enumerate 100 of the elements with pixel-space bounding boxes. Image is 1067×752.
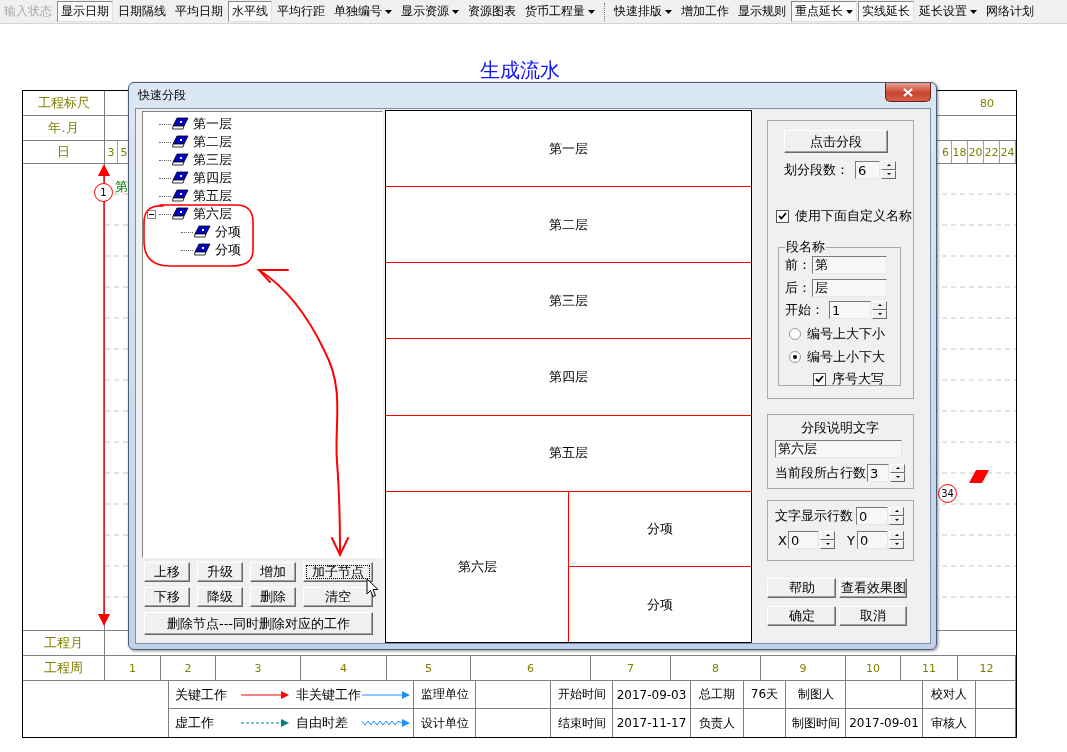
tree-item[interactable]: 第二层 <box>147 133 382 151</box>
radio-button[interactable] <box>789 328 801 340</box>
toolbar-button[interactable]: 实线延长 <box>858 1 914 22</box>
caret-icon <box>588 9 595 14</box>
dialog-button[interactable]: 查看效果图 <box>839 578 907 598</box>
week-cell: 7 <box>591 656 671 680</box>
tree-item[interactable]: 第六层 <box>147 205 382 223</box>
checkbox[interactable] <box>776 209 789 223</box>
text-field[interactable]: 第六层 <box>775 440 902 458</box>
number-field[interactable]: 0 <box>856 507 888 525</box>
tree-button[interactable]: 增加 <box>250 562 296 582</box>
tree-item[interactable]: 第四层 <box>147 169 382 187</box>
tree-button[interactable]: 升级 <box>197 562 243 582</box>
segment-label: 第四层 <box>549 368 588 386</box>
segment-label: 第六层 <box>457 557 497 576</box>
group-title: 分段说明文字 <box>800 419 880 437</box>
toolbar-button[interactable]: 增加工作 <box>677 1 733 22</box>
tree-item[interactable]: 第一层 <box>147 115 382 133</box>
text-field[interactable]: 第 <box>812 256 887 274</box>
spin-up-button[interactable] <box>872 301 887 310</box>
toolbar-button[interactable]: 延长设置 <box>915 1 981 22</box>
tree-button[interactable]: 删除 <box>250 587 296 607</box>
radio-button[interactable] <box>789 351 801 363</box>
toolbar-button[interactable]: 单独编号 <box>330 1 396 22</box>
spin-up-button[interactable] <box>889 507 904 516</box>
field-label: 前： <box>785 256 812 274</box>
tree-item[interactable]: 第五层 <box>147 187 382 205</box>
caret-icon <box>665 9 672 14</box>
ruler-value: 80 <box>980 95 994 112</box>
toolbar-button[interactable]: 显示规则 <box>734 1 790 22</box>
toolbar-button[interactable]: 显示日期 <box>57 1 113 22</box>
spin-down-button[interactable] <box>820 540 835 549</box>
toolbar-button[interactable]: 资源图表 <box>464 1 520 22</box>
tree-item[interactable]: 第三层 <box>147 151 382 169</box>
day-label: 24 <box>1000 141 1016 163</box>
spin-down-button[interactable] <box>889 540 904 549</box>
number-field[interactable]: 1 <box>829 301 871 319</box>
spin-down-button[interactable] <box>890 473 905 482</box>
book-icon <box>172 135 189 149</box>
dialog-button[interactable]: 确定 <box>767 606 836 626</box>
number-field[interactable]: 3 <box>867 464 889 482</box>
dialog-button[interactable]: 帮助 <box>767 578 836 598</box>
number-field[interactable]: 6 <box>855 161 880 179</box>
number-field[interactable]: 0 <box>788 531 819 549</box>
tree-item[interactable]: 分项 <box>147 223 382 241</box>
toolbar-button[interactable]: 货币工程量 <box>521 1 599 22</box>
tree-button[interactable]: 下移 <box>144 587 190 607</box>
toolbar-button[interactable]: 水平线 <box>228 1 272 22</box>
chart-title: 生成流水 <box>479 57 560 84</box>
segment-label: 第三层 <box>549 291 588 310</box>
tree-item[interactable]: 分项 <box>147 241 382 259</box>
spin-down-button[interactable] <box>889 516 904 525</box>
toolbar-button[interactable]: 网络计划 <box>982 1 1038 22</box>
book-icon <box>172 207 189 221</box>
work-label: 第 <box>115 178 128 196</box>
table-cell: 2017-09-03 <box>613 681 691 709</box>
tree-button[interactable]: 清空 <box>303 587 373 607</box>
row-label: 年.月 <box>48 119 79 137</box>
tree-button[interactable]: 加子节点 <box>303 562 373 582</box>
field-label: 文字显示行数 <box>775 507 854 525</box>
book-icon <box>194 243 211 257</box>
tree-button[interactable]: 上移 <box>144 562 190 582</box>
spin-up-button[interactable] <box>820 531 835 540</box>
spin-up-button[interactable] <box>889 531 904 540</box>
toolbar-button[interactable]: 重点延长 <box>791 1 857 22</box>
toolbar-button[interactable]: 平均日期 <box>171 1 227 22</box>
delete-node-button[interactable]: 删除节点---同时删除对应的工作 <box>144 612 373 635</box>
close-button[interactable] <box>885 83 931 102</box>
row-label: 工程月 <box>44 634 83 652</box>
toolbar-button[interactable]: 平均行距 <box>273 1 329 22</box>
flag-marker <box>969 470 989 483</box>
split-button[interactable]: 点击分段 <box>784 130 888 153</box>
tree-button[interactable]: 降级 <box>197 587 243 607</box>
week-cell: 3 <box>216 656 301 680</box>
spin-down-button[interactable] <box>881 170 896 179</box>
spin-down-button[interactable] <box>872 310 887 319</box>
toolbar-button[interactable]: 快速排版 <box>610 1 676 22</box>
legend-label: 非关键工作 <box>296 685 362 704</box>
legend-label: 自由时差 <box>296 714 349 732</box>
checkbox[interactable] <box>813 372 826 386</box>
radio-label: 编号上小下大 <box>807 348 885 366</box>
text-field[interactable]: 层 <box>812 279 887 297</box>
field-label: 划分段数： <box>784 161 849 179</box>
segment-label: 第一层 <box>549 139 588 158</box>
segment-label: 第二层 <box>549 215 588 234</box>
caret-icon <box>970 9 977 14</box>
table-cell: 监理单位 <box>414 681 476 709</box>
dialog-title: 快速分段 <box>138 87 186 104</box>
week-cell: 5 <box>387 656 471 680</box>
dialog-button[interactable]: 取消 <box>839 606 907 626</box>
toolbar-button[interactable]: 日期隔线 <box>114 1 170 22</box>
spin-up-button[interactable] <box>890 464 905 473</box>
toolbar-button[interactable]: 显示资源 <box>397 1 463 22</box>
field-label: 当前段所占行数 <box>775 464 866 482</box>
book-icon <box>172 153 189 167</box>
book-icon <box>194 225 211 239</box>
collapse-icon[interactable] <box>147 209 156 219</box>
spin-up-button[interactable] <box>881 161 896 170</box>
table-cell: 76天 <box>744 681 786 709</box>
number-field[interactable]: 0 <box>857 531 888 549</box>
